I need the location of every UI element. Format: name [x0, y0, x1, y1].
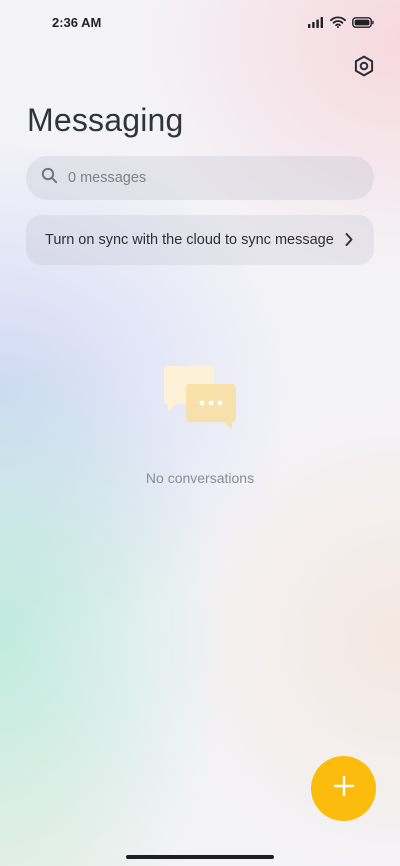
- status-bar: 2:36 AM: [0, 0, 400, 44]
- status-time: 2:36 AM: [52, 15, 102, 30]
- chat-bubbles-icon: [162, 364, 240, 432]
- signal-icon: [308, 16, 324, 28]
- wifi-icon: [330, 16, 346, 28]
- search-bar[interactable]: [26, 156, 374, 200]
- sync-banner[interactable]: Turn on sync with the cloud to sync mess…: [26, 215, 374, 265]
- search-input[interactable]: [68, 170, 318, 186]
- new-conversation-button[interactable]: [311, 756, 376, 821]
- settings-button[interactable]: [350, 54, 378, 82]
- sync-banner-text: Turn on sync with the cloud to sync mess…: [45, 232, 334, 248]
- plus-icon: [333, 775, 355, 802]
- settings-icon: [352, 54, 376, 83]
- home-indicator[interactable]: [126, 855, 274, 859]
- status-icons: [308, 15, 374, 29]
- chevron-right-icon: [344, 232, 354, 252]
- battery-icon: [352, 16, 374, 28]
- empty-state-text: No conversations: [145, 470, 255, 486]
- page-title: Messaging: [27, 102, 184, 138]
- search-icon: [41, 167, 58, 189]
